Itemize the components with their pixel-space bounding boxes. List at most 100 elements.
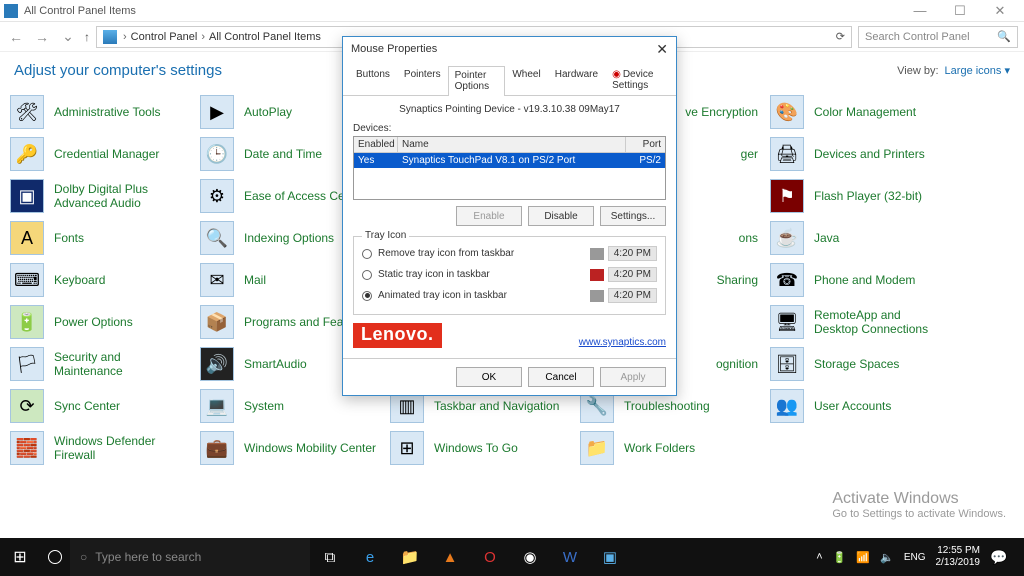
devices-label: Devices:: [353, 123, 666, 134]
taskbar: ⊞ ○Type here to search ⧉ e 📁 ▲ O ◉ W ▣ ˄…: [0, 538, 1024, 576]
phone-icon: ☎: [770, 263, 804, 297]
control-panel-icon: [4, 4, 18, 18]
item[interactable]: 📁Work Folders: [574, 427, 764, 469]
lenovo-logo: Lenovo.: [353, 323, 442, 348]
radio-animated-tray[interactable]: Animated tray icon in taskbar: [362, 290, 507, 301]
language-indicator[interactable]: ENG: [904, 552, 926, 563]
tray-preview-icon: [590, 248, 604, 260]
start-button[interactable]: ⊞: [0, 538, 40, 576]
tab-pointers[interactable]: Pointers: [397, 65, 448, 95]
close-button[interactable]: ✕: [980, 1, 1020, 21]
settings-button[interactable]: Settings...: [600, 206, 666, 226]
item[interactable]: AFonts: [4, 217, 194, 259]
programs-icon: 📦: [200, 305, 234, 339]
item[interactable]: 🧱Windows Defender Firewall: [4, 427, 194, 469]
action-center-icon[interactable]: 💬: [990, 549, 1016, 566]
system-icon: 💻: [200, 389, 234, 423]
taskbar-search[interactable]: ○Type here to search: [70, 538, 310, 576]
tabs: Buttons Pointers Pointer Options Wheel H…: [343, 61, 676, 96]
item[interactable]: 🖥RemoteApp and Desktop Connections: [764, 301, 954, 343]
volume-icon[interactable]: 🔈: [880, 551, 894, 564]
radio-static-tray[interactable]: Static tray icon in taskbar: [362, 269, 490, 280]
dolby-icon: ▣: [10, 179, 44, 213]
item[interactable]: 💼Windows Mobility Center: [194, 427, 384, 469]
explorer-icon[interactable]: 📁: [390, 538, 430, 576]
ok-button[interactable]: OK: [456, 367, 522, 387]
synaptics-link[interactable]: www.synaptics.com: [579, 337, 666, 348]
vlc-icon[interactable]: ▲: [430, 538, 470, 576]
firewall-icon: 🧱: [10, 431, 44, 465]
users-icon: 👥: [770, 389, 804, 423]
control-panel-taskbar-icon[interactable]: ▣: [590, 538, 630, 576]
refresh-button[interactable]: ⟳: [836, 30, 845, 43]
item[interactable]: 👥User Accounts: [764, 385, 954, 427]
tray-legend: Tray Icon: [362, 230, 409, 241]
search-box[interactable]: Search Control Panel 🔍: [858, 26, 1018, 48]
taskbar-clock[interactable]: 12:55 PM2/13/2019: [936, 545, 981, 569]
disable-button[interactable]: Disable: [528, 206, 594, 226]
maximize-button[interactable]: ☐: [940, 1, 980, 21]
view-by[interactable]: View by: Large icons ▾: [897, 64, 1010, 77]
view-by-value[interactable]: Large icons ▾: [945, 64, 1010, 77]
forward-button[interactable]: →: [32, 27, 52, 47]
back-button[interactable]: ←: [6, 27, 26, 47]
item[interactable]: ⚑Flash Player (32-bit): [764, 175, 954, 217]
apply-button: Apply: [600, 367, 666, 387]
up-button[interactable]: ↑: [84, 30, 90, 44]
cancel-button[interactable]: Cancel: [528, 367, 594, 387]
word-icon[interactable]: W: [550, 538, 590, 576]
item[interactable]: 🔋Power Options: [4, 301, 194, 343]
item[interactable]: ☕Java: [764, 217, 954, 259]
sync-icon: ⟳: [10, 389, 44, 423]
edge-icon[interactable]: e: [350, 538, 390, 576]
credential-icon: 🔑: [10, 137, 44, 171]
tab-buttons[interactable]: Buttons: [349, 65, 397, 95]
flash-icon: ⚑: [770, 179, 804, 213]
dialog-close-button[interactable]: ✕: [656, 41, 668, 58]
synaptics-tab-icon: ◉: [612, 69, 621, 80]
item[interactable]: 🗄Storage Spaces: [764, 343, 954, 385]
workfolders-icon: 📁: [580, 431, 614, 465]
battery-icon[interactable]: 🔋: [833, 551, 847, 564]
window-title: All Control Panel Items: [24, 5, 900, 17]
item[interactable]: 🖨Devices and Printers: [764, 133, 954, 175]
devices-list[interactable]: EnabledNamePort YesSynaptics TouchPad V8…: [353, 136, 666, 200]
ease-icon: ⚙: [200, 179, 234, 213]
task-view-button[interactable]: ⧉: [310, 538, 350, 576]
crumb-control-panel[interactable]: Control Panel: [131, 31, 198, 43]
tray-chevron-icon[interactable]: ˄: [816, 551, 822, 563]
chrome-icon[interactable]: ◉: [510, 538, 550, 576]
minimize-button[interactable]: —: [900, 1, 940, 21]
storage-icon: 🗄: [770, 347, 804, 381]
dialog-titlebar[interactable]: Mouse Properties ✕: [343, 37, 676, 61]
cortana-button[interactable]: [40, 538, 70, 576]
wifi-icon[interactable]: 📶: [856, 551, 870, 564]
cp-icon: [103, 30, 117, 44]
datetime-icon: 🕒: [200, 137, 234, 171]
item[interactable]: ⊞Windows To Go: [384, 427, 574, 469]
tools-icon: 🛠: [10, 95, 44, 129]
item[interactable]: 🛠Administrative Tools: [4, 91, 194, 133]
tab-wheel[interactable]: Wheel: [505, 65, 547, 95]
page-title: Adjust your computer's settings: [14, 62, 222, 79]
tab-hardware[interactable]: Hardware: [548, 65, 605, 95]
radio-remove-tray[interactable]: Remove tray icon from taskbar: [362, 248, 514, 259]
item[interactable]: 🔑Credential Manager: [4, 133, 194, 175]
item[interactable]: 🏳Security and Maintenance: [4, 343, 194, 385]
power-icon: 🔋: [10, 305, 44, 339]
tab-pointer-options[interactable]: Pointer Options: [448, 66, 506, 96]
mail-icon: ✉: [200, 263, 234, 297]
item[interactable]: ☎Phone and Modem: [764, 259, 954, 301]
opera-icon[interactable]: O: [470, 538, 510, 576]
item[interactable]: ▣Dolby Digital Plus Advanced Audio: [4, 175, 194, 217]
item[interactable]: ⟳Sync Center: [4, 385, 194, 427]
remoteapp-icon: 🖥: [770, 305, 804, 339]
tray-preview-icon: [590, 290, 604, 302]
activate-windows-watermark: Activate Windows Go to Settings to activ…: [832, 490, 1006, 520]
item[interactable]: ⌨Keyboard: [4, 259, 194, 301]
tab-device-settings[interactable]: ◉Device Settings: [605, 65, 670, 95]
device-row-selected[interactable]: YesSynaptics TouchPad V8.1 on PS/2 PortP…: [354, 153, 665, 168]
recent-dropdown[interactable]: ⌄: [58, 27, 78, 47]
crumb-all-items[interactable]: All Control Panel Items: [209, 31, 321, 43]
item[interactable]: 🎨Color Management: [764, 91, 954, 133]
